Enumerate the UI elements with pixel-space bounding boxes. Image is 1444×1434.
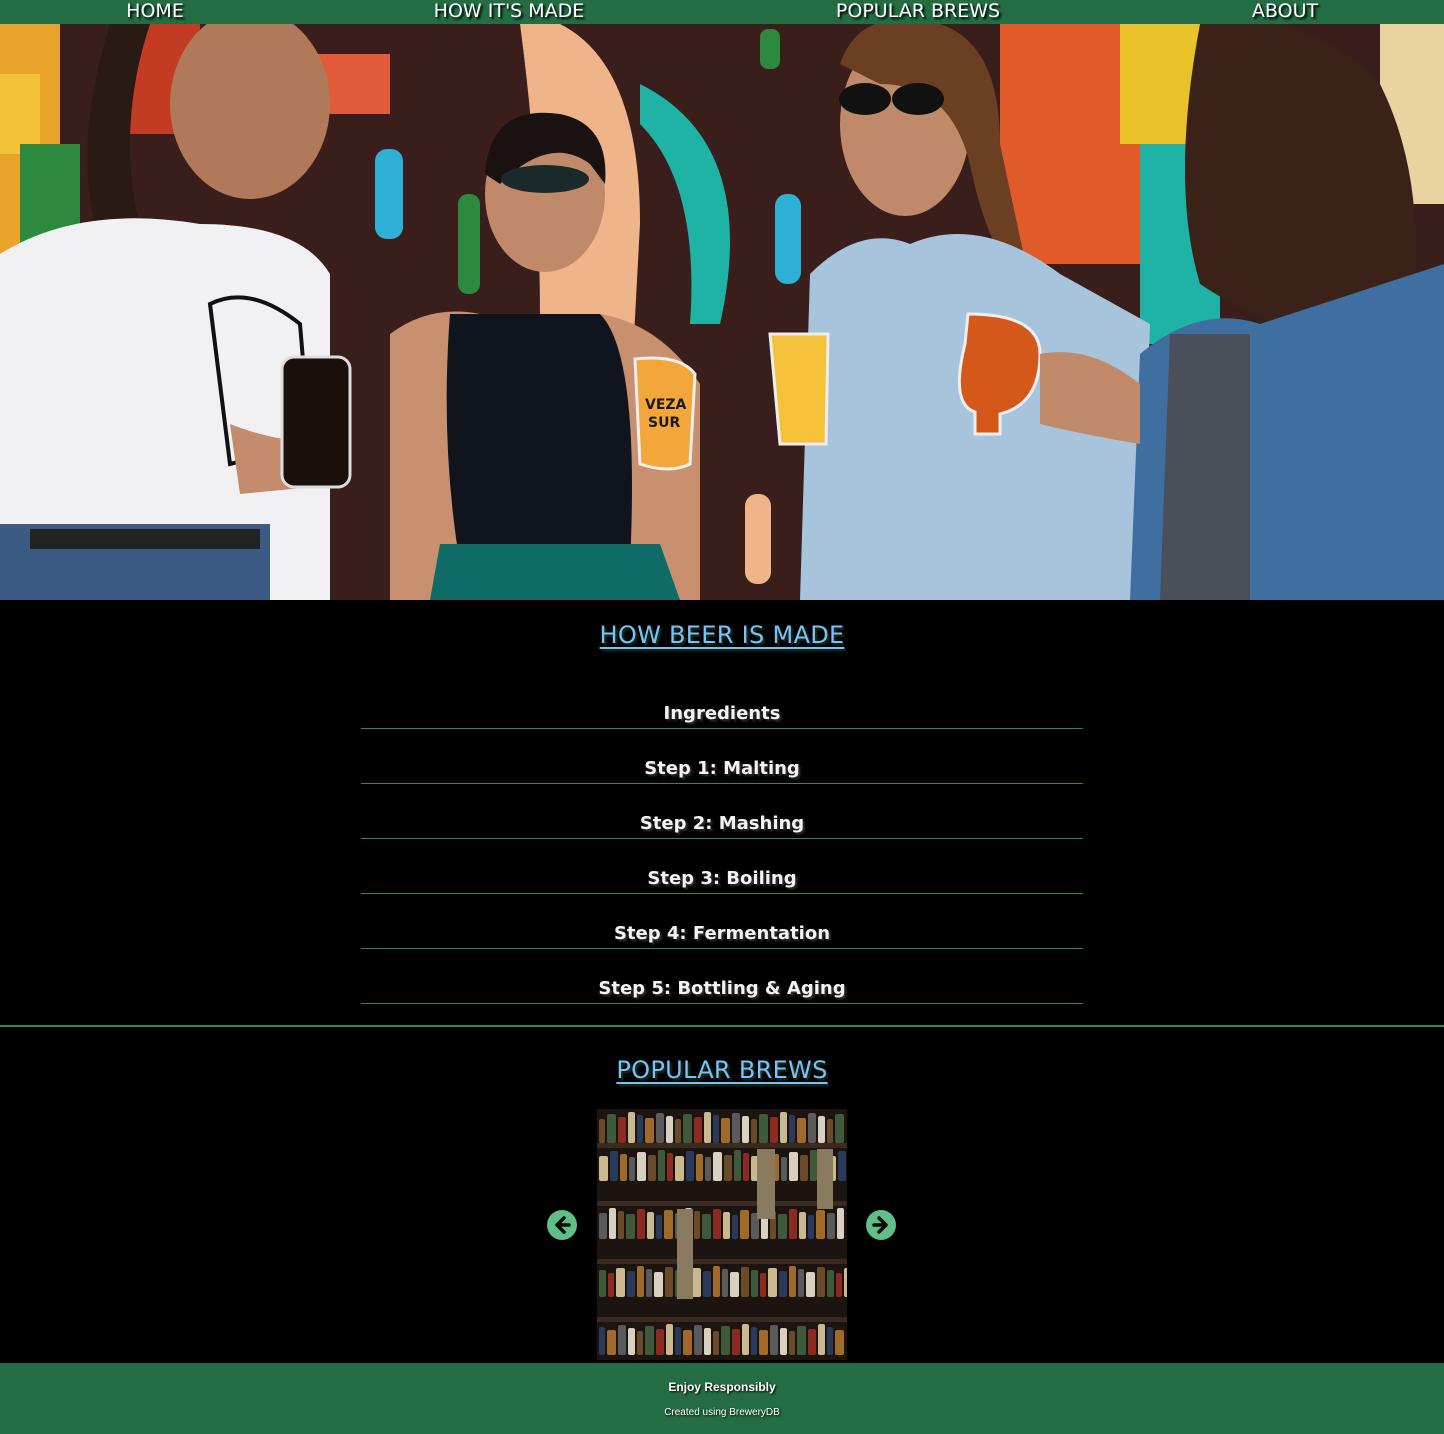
arrow-right-icon [872, 1216, 888, 1234]
nav-how-its-made-link[interactable]: HOW IT'S MADE [434, 0, 585, 24]
nav-about-link[interactable]: ABOUT [1252, 0, 1318, 24]
nav-popular-brews-link[interactable]: POPULAR BREWS [836, 0, 1000, 24]
step-label: Ingredients [663, 703, 781, 724]
carousel-prev-button[interactable] [547, 1210, 577, 1240]
brew-carousel-image [597, 1109, 847, 1360]
footer-enjoy-text: Enjoy Responsibly [668, 1380, 776, 1394]
popular-brews-heading: POPULAR BREWS [616, 1056, 828, 1084]
step-boiling[interactable]: Step 3: Boiling [361, 839, 1083, 894]
step-label: Step 3: Boiling [647, 868, 797, 889]
step-label: Step 2: Mashing [639, 813, 805, 834]
footer-credit-text: Created using BreweryDB [664, 1407, 780, 1418]
footer: Enjoy Responsibly Created using BreweryD… [0, 1363, 1444, 1434]
step-label: Step 1: Malting [644, 758, 800, 779]
hero-image: VEZA SUR [0, 24, 1444, 600]
step-bottling-aging[interactable]: Step 5: Bottling & Aging [361, 949, 1083, 1004]
section-divider [0, 1025, 1444, 1027]
step-fermentation[interactable]: Step 4: Fermentation [361, 894, 1083, 949]
brewing-steps-accordion: Ingredients Step 1: Malting Step 2: Mash… [361, 690, 1083, 1004]
top-nav: HOME HOW IT'S MADE POPULAR BREWS ABOUT [0, 0, 1444, 24]
step-label: Step 5: Bottling & Aging [598, 978, 846, 999]
svg-text:VEZA: VEZA [645, 397, 687, 413]
svg-text:SUR: SUR [648, 415, 680, 431]
how-beer-is-made-heading: HOW BEER IS MADE [599, 621, 845, 649]
nav-home-link[interactable]: HOME [126, 0, 184, 24]
step-malting[interactable]: Step 1: Malting [361, 729, 1083, 784]
carousel-next-button[interactable] [866, 1210, 896, 1240]
arrow-left-icon [555, 1216, 571, 1234]
step-mashing[interactable]: Step 2: Mashing [361, 784, 1083, 839]
step-label: Step 4: Fermentation [613, 923, 831, 944]
step-ingredients[interactable]: Ingredients [361, 690, 1083, 729]
